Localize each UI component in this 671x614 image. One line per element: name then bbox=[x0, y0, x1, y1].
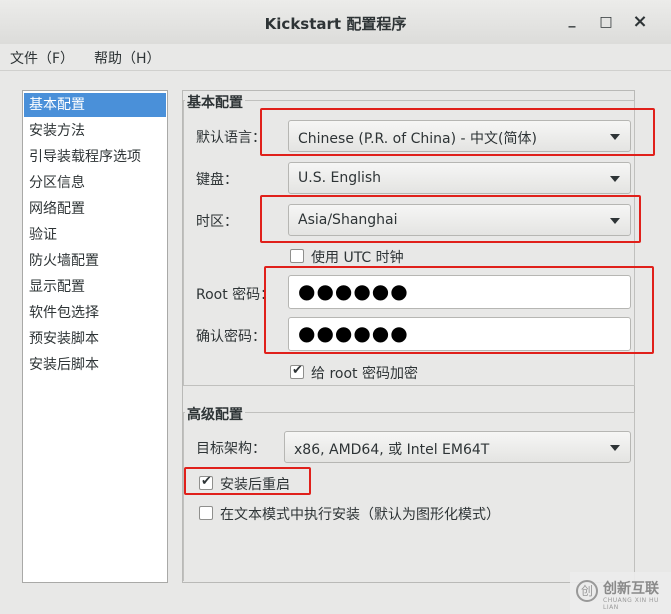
menu-bar: 文件（F） 帮助（H） bbox=[0, 44, 671, 71]
sidebar-item-bootloader[interactable]: 引导装载程序选项 bbox=[24, 145, 166, 169]
keyboard-label: 键盘： bbox=[196, 172, 238, 188]
title-bar: Kickstart 配置程序 _ □ × bbox=[0, 0, 671, 45]
checkmark-icon: ✔ bbox=[201, 474, 212, 489]
sidebar-item-partition[interactable]: 分区信息 bbox=[24, 171, 166, 195]
keyboard-value: U.S. English bbox=[298, 170, 382, 186]
arch-value: x86, AMD64, 或 Intel EM64T bbox=[294, 442, 490, 458]
sidebar-item-network[interactable]: 网络配置 bbox=[24, 197, 166, 221]
watermark-subtext: CHUANG XIN HU LIAN bbox=[603, 597, 659, 611]
keyboard-combo[interactable]: U.S. English bbox=[288, 162, 631, 194]
sidebar-item-basic-config[interactable]: 基本配置 bbox=[24, 93, 166, 117]
confirm-password-label: 确认密码： bbox=[196, 329, 266, 345]
confirm-password-input[interactable]: ●●●●●● bbox=[288, 317, 631, 351]
encrypt-root-checkbox[interactable]: ✔ bbox=[290, 363, 304, 379]
language-label: 默认语言： bbox=[196, 130, 266, 146]
chevron-down-icon bbox=[610, 218, 620, 224]
textmode-label: 在文本模式中执行安装（默认为图形化模式） bbox=[220, 507, 500, 523]
menu-file[interactable]: 文件（F） bbox=[10, 48, 74, 68]
chevron-down-icon bbox=[610, 176, 620, 182]
chevron-down-icon bbox=[610, 445, 620, 451]
checkmark-icon: ✔ bbox=[292, 363, 303, 378]
category-list: 基本配置 安装方法 引导装载程序选项 分区信息 网络配置 验证 防火墙配置 显示… bbox=[22, 90, 168, 583]
textmode-checkbox[interactable] bbox=[199, 506, 213, 520]
sidebar-item-post-script[interactable]: 安装后脚本 bbox=[24, 353, 166, 377]
watermark: 创 创新互联 CHUANG XIN HU LIAN bbox=[570, 572, 671, 614]
kickstart-window: Kickstart 配置程序 _ □ × 文件（F） 帮助（H） 基本配置 安装… bbox=[0, 0, 671, 614]
sidebar-item-firewall[interactable]: 防火墙配置 bbox=[24, 249, 166, 273]
basic-config-heading: 基本配置 bbox=[185, 92, 245, 112]
encrypt-root-label: 给 root 密码加密 bbox=[311, 366, 418, 382]
minimize-button[interactable]: _ bbox=[562, 10, 582, 30]
reboot-label: 安装后重启 bbox=[220, 477, 290, 493]
timezone-value: Asia/Shanghai bbox=[298, 212, 398, 228]
root-password-label: Root 密码： bbox=[196, 287, 275, 303]
language-combo[interactable]: Chinese (P.R. of China) - 中文(简体) bbox=[288, 120, 631, 152]
watermark-logo-icon: 创 bbox=[576, 580, 598, 602]
root-password-value: ●●●●●● bbox=[298, 279, 409, 303]
language-value: Chinese (P.R. of China) - 中文(简体) bbox=[298, 131, 537, 147]
watermark-text: 创新互联 bbox=[603, 581, 659, 597]
sidebar-item-install-method[interactable]: 安装方法 bbox=[24, 119, 166, 143]
maximize-button[interactable]: □ bbox=[596, 12, 616, 32]
menu-help[interactable]: 帮助（H） bbox=[94, 48, 161, 68]
confirm-password-value: ●●●●●● bbox=[298, 321, 409, 345]
timezone-combo[interactable]: Asia/Shanghai bbox=[288, 204, 631, 236]
sidebar-item-auth[interactable]: 验证 bbox=[24, 223, 166, 247]
close-button[interactable]: × bbox=[630, 12, 650, 32]
sidebar-item-display[interactable]: 显示配置 bbox=[24, 275, 166, 299]
utc-checkbox[interactable] bbox=[290, 249, 304, 263]
root-password-input[interactable]: ●●●●●● bbox=[288, 275, 631, 309]
sidebar-item-packages[interactable]: 软件包选择 bbox=[24, 301, 166, 325]
utc-label: 使用 UTC 时钟 bbox=[311, 250, 404, 266]
reboot-checkbox[interactable]: ✔ bbox=[199, 474, 213, 490]
chevron-down-icon bbox=[610, 134, 620, 140]
advanced-config-heading: 高级配置 bbox=[185, 404, 245, 424]
timezone-label: 时区： bbox=[196, 214, 238, 230]
arch-label: 目标架构： bbox=[196, 441, 266, 457]
arch-combo[interactable]: x86, AMD64, 或 Intel EM64T bbox=[284, 431, 631, 463]
sidebar-item-pre-script[interactable]: 预安装脚本 bbox=[24, 327, 166, 351]
